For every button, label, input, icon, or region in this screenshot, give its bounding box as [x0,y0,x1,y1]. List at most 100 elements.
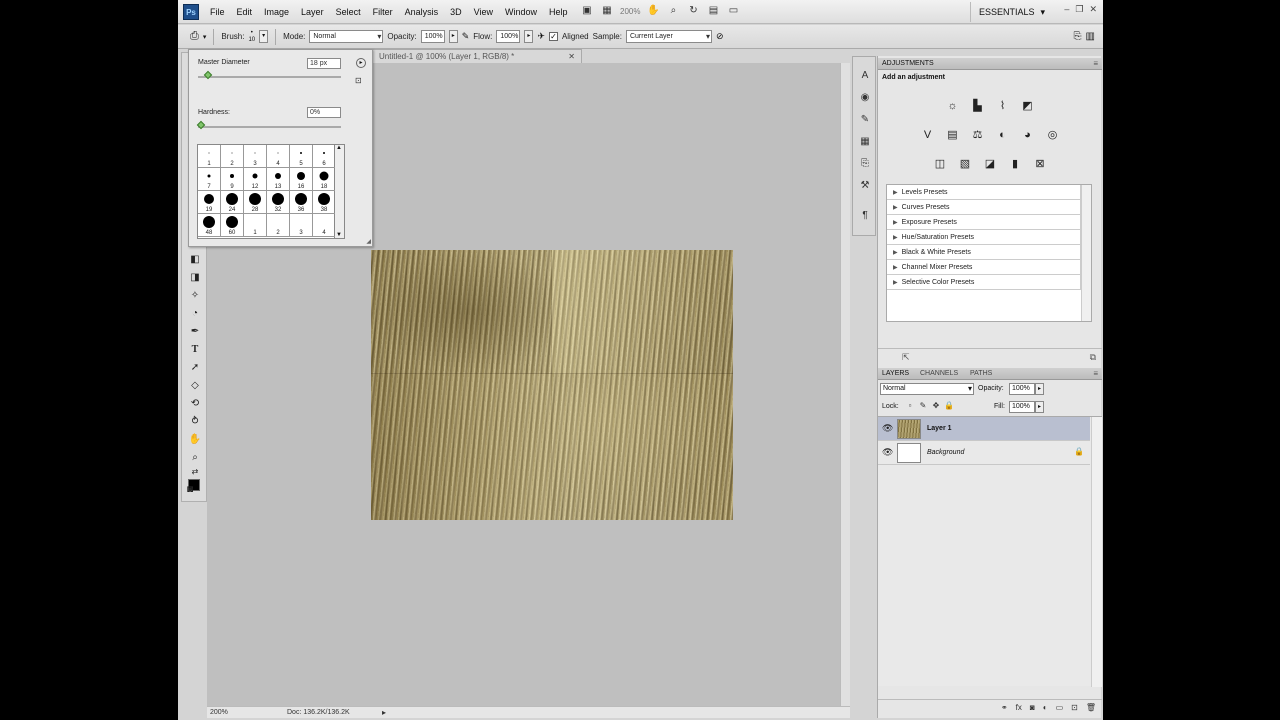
preset-selective-color[interactable]: ▶ Selective Color Presets [887,275,1081,290]
menu-image[interactable]: Image [264,7,289,17]
menu-view[interactable]: View [474,7,493,17]
brush-preset-cell[interactable]: 36 [290,191,313,214]
brush-preset-cell[interactable]: 13 [267,168,290,191]
hand-tool-icon[interactable]: ✋ [188,433,202,447]
opacity-input[interactable]: 100% [420,30,445,43]
menu-select[interactable]: Select [336,7,361,17]
brush-preset-cell[interactable]: 3 [290,214,313,237]
vertical-scrollbar[interactable] [840,63,850,706]
document-tab[interactable]: Untitled-1 @ 100% (Layer 1, RGB/8) * ✕ [372,49,582,63]
path-selection-tool-icon[interactable]: ➚ [188,361,202,375]
bridge-icon[interactable]: ▣ [580,4,594,18]
resize-grip-icon[interactable]: ◢ [366,238,371,245]
brush-preset-cell[interactable]: 12 [244,168,267,191]
tool-preset-chevron-icon[interactable]: ▾ [203,33,207,41]
brush-preset-cell[interactable]: 7 [198,168,221,191]
status-menu-arrow-icon[interactable]: ▸ [382,708,386,717]
brush-preset-cell[interactable]: 1 [244,214,267,237]
layer-row-background[interactable]: 👁 Background 🔒 [878,441,1090,465]
brush-panel-icon[interactable]: ▥ [1086,31,1095,42]
brush-preset-cell[interactable]: 4 [267,145,290,168]
brush-preset-cell[interactable]: 1 [198,145,221,168]
close-icon[interactable]: ✕ [1089,4,1097,15]
menu-file[interactable]: File [210,7,225,17]
layer-name[interactable]: Background [927,449,964,456]
dodge-tool-icon[interactable]: ◔ [188,307,202,321]
slider-thumb[interactable] [203,70,213,80]
clip-to-layer-icon[interactable]: ⧉ [1090,352,1096,363]
brush-preset-cell[interactable]: 4 [313,214,336,237]
hardness-slider[interactable] [196,120,341,130]
workspace-switcher[interactable]: ESSENTIALS ▾ [970,2,1053,22]
flow-input[interactable]: 100% [496,30,521,43]
menu-3d[interactable]: 3D [450,7,462,17]
brush-presets-scrollbar[interactable]: ▲ ▼ [335,144,345,239]
brush-popup-menu-button[interactable]: ▸ [356,58,366,68]
pressure-opacity-icon[interactable]: ✎ [462,31,470,42]
brush-preset-cell[interactable]: 2 [221,145,244,168]
shape-tool-icon[interactable]: ◇ [188,379,202,393]
layer-row-layer-1[interactable]: 👁 Layer 1 [878,417,1090,441]
gradient-map-icon[interactable]: ▮ [1007,156,1023,172]
menu-layer[interactable]: Layer [301,7,324,17]
menu-filter[interactable]: Filter [373,7,393,17]
layer-opacity-arrow[interactable]: ▸ [1035,383,1044,395]
hair-texture-image[interactable] [371,250,733,520]
brush-preset-cell[interactable]: 32 [267,191,290,214]
status-zoom[interactable]: 200% [210,709,228,716]
aligned-checkbox[interactable]: ✓ [548,32,558,41]
flow-slider-arrow[interactable]: ▸ [524,30,534,43]
ignore-adjustment-layers-icon[interactable]: ⊘ [716,31,724,42]
3d-rotate-tool-icon[interactable]: ⟲ [188,397,202,411]
screen-mode-icon[interactable]: ▭ [726,4,740,18]
brush-preset-cell[interactable]: 48 [198,214,221,237]
master-diameter-slider[interactable] [198,70,341,80]
preset-hue-saturation[interactable]: ▶ Hue/Saturation Presets [887,230,1081,245]
curves-icon[interactable]: ⌇ [995,98,1011,114]
panel-menu-icon[interactable]: ≡ [1093,59,1098,68]
scroll-down-icon[interactable]: ▼ [336,232,342,238]
return-to-list-icon[interactable]: ⇱ [902,352,910,363]
brush-preset-cell[interactable]: 6 [313,145,336,168]
invert-icon[interactable]: ◫ [932,156,948,172]
panel-menu-icon[interactable]: ≡ [1093,369,1098,378]
scroll-up-icon[interactable]: ▲ [336,145,342,151]
tool-presets-icon[interactable]: ⚒ [858,179,872,193]
brush-preset-cell[interactable]: 9 [221,168,244,191]
mode-select[interactable]: Normal [309,30,384,43]
actions-icon[interactable]: ✎ [858,113,872,127]
zoom-tool-icon[interactable]: ⌕ [188,451,202,465]
horizontal-scrollbar[interactable] [393,706,850,718]
exposure-icon[interactable]: ◩ [1020,98,1036,114]
black-white-icon[interactable]: ◐ [995,127,1011,143]
menu-edit[interactable]: Edit [237,7,253,17]
adjustment-layer-icon[interactable]: ◐ [1043,703,1048,712]
visibility-eye-icon[interactable]: 👁 [882,447,893,458]
gradient-tool-icon[interactable]: ◨ [188,271,202,285]
lock-all-icon[interactable]: 🔒 [944,401,954,411]
master-diameter-input[interactable]: 18 px [307,58,341,69]
link-layers-icon[interactable]: ⚭ [1001,703,1008,712]
navigator-icon[interactable]: ◉ [858,91,872,105]
menu-analysis[interactable]: Analysis [405,7,439,17]
tab-paths[interactable]: PATHS [970,370,992,377]
brush-preset-cell[interactable]: 18 [313,168,336,191]
vibrance-icon[interactable]: V [920,127,936,143]
brush-preset-cell[interactable]: 3 [244,145,267,168]
eraser-tool-icon[interactable]: ◧ [188,253,202,267]
brush-picker-arrow[interactable]: ▾ [259,30,269,43]
lock-pixels-icon[interactable]: ✎ [918,401,928,411]
delete-layer-icon[interactable]: 🗑 [1086,703,1096,712]
hue-saturation-icon[interactable]: ▤ [945,127,961,143]
preset-curves[interactable]: ▶ Curves Presets [887,200,1081,215]
brush-preset-picker[interactable]: • 10 [248,30,255,44]
brush-preset-cell[interactable]: 2 [267,214,290,237]
layer-mask-icon[interactable]: ◙ [1030,703,1035,712]
selective-color-icon[interactable]: ⊠ [1032,156,1048,172]
tab-channels[interactable]: CHANNELS [920,370,958,377]
preset-levels[interactable]: ▶ Levels Presets [887,185,1081,200]
hardness-input[interactable]: 0% [307,107,341,118]
fill-arrow[interactable]: ▸ [1035,401,1044,413]
brush-preset-cell[interactable]: 19 [198,191,221,214]
menu-help[interactable]: Help [549,7,568,17]
